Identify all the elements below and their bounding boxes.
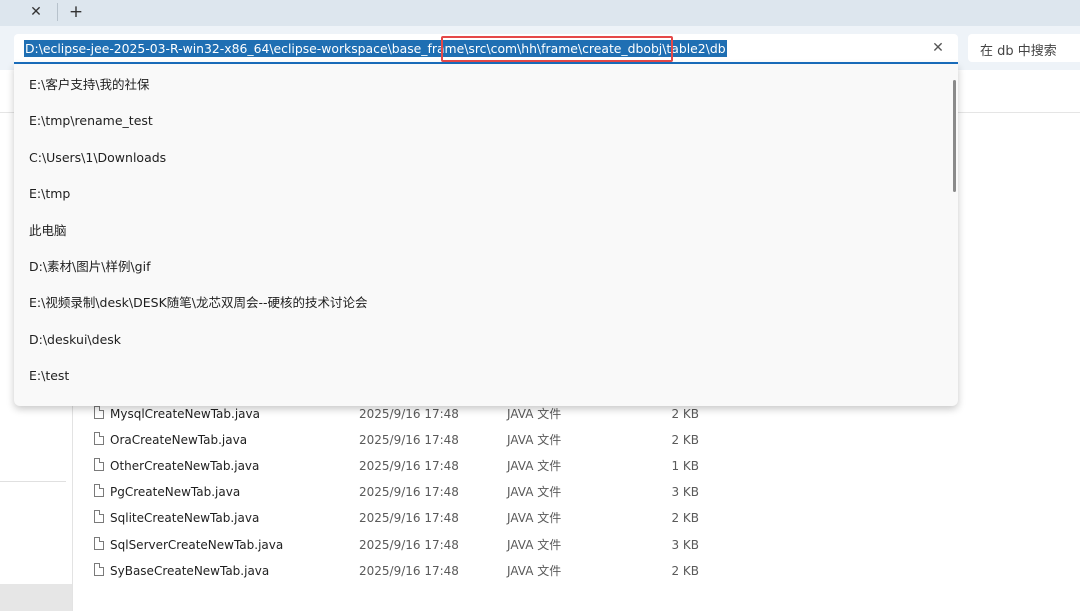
file-date: 2025/9/16 17:48	[359, 459, 459, 474]
java-file-icon	[94, 484, 104, 498]
java-file-icon	[94, 432, 104, 446]
file-type: JAVA 文件	[507, 563, 562, 578]
file-date: 2025/9/16 17:48	[359, 537, 459, 552]
address-history-dropdown: E:\客户支持\我的社保 E:\tmp\rename_test C:\Users\1…	[14, 64, 958, 406]
history-item[interactable]: E:\视频录制\desk\DESK随笔\龙芯双周会--硬核的技术讨论会	[29, 293, 368, 313]
file-size: 2 KB	[671, 433, 699, 448]
file-size: 3 KB	[671, 537, 699, 552]
file-date: 2025/9/16 17:48	[359, 485, 459, 500]
file-row[interactable]: OraCreateNewTab.java 2025/9/16 17:48 JAVA …	[92, 427, 812, 453]
search-input[interactable]: 在 db 中搜索	[980, 40, 1057, 59]
file-type: JAVA 文件	[507, 459, 562, 474]
java-file-icon	[94, 562, 104, 576]
dropdown-scrollbar[interactable]	[953, 80, 956, 192]
file-row[interactable]: PgCreateNewTab.java 2025/9/16 17:48 JAVA 文…	[92, 479, 812, 505]
clear-icon[interactable]: ✕	[930, 38, 946, 58]
file-name: SqliteCreateNewTab.java	[110, 511, 260, 526]
file-size: 2 KB	[671, 511, 699, 526]
history-item[interactable]: E:\tmp\rename_test	[29, 111, 153, 131]
file-size: 1 KB	[671, 459, 699, 474]
file-name: SqlServerCreateNewTab.java	[110, 537, 284, 552]
tab-strip: ✕ +	[0, 0, 1080, 26]
nav-item-selected[interactable]	[0, 584, 72, 611]
history-item[interactable]: 此电脑	[29, 221, 67, 241]
tab-divider	[57, 3, 58, 21]
java-file-icon	[94, 406, 104, 419]
file-name: PgCreateNewTab.java	[110, 485, 241, 500]
nav-divider	[0, 481, 66, 482]
history-item[interactable]: D:\素材\图片\样例\gif	[29, 257, 151, 277]
file-size: 2 KB	[671, 563, 699, 578]
java-file-icon	[94, 536, 104, 550]
file-row[interactable]: SqlServerCreateNewTab.java 2025/9/16 17:4…	[92, 532, 812, 558]
file-row[interactable]: SyBaseCreateNewTab.java 2025/9/16 17:48 JA…	[92, 558, 812, 584]
search-box[interactable]: 在 db 中搜索	[968, 34, 1080, 62]
java-file-icon	[94, 458, 104, 472]
file-name: SyBaseCreateNewTab.java	[110, 563, 270, 578]
java-file-icon	[94, 510, 104, 524]
file-date: 2025/9/16 17:48	[359, 511, 459, 526]
file-size: 3 KB	[671, 485, 699, 500]
close-tab-icon[interactable]: ✕	[22, 2, 50, 22]
history-item[interactable]: D:\deskui\desk	[29, 330, 121, 350]
file-row[interactable]: OtherCreateNewTab.java 2025/9/16 17:48 JAV…	[92, 453, 812, 479]
annotation-highlight-box	[441, 36, 673, 62]
new-tab-icon[interactable]: +	[64, 1, 88, 23]
file-name: OraCreateNewTab.java	[110, 433, 248, 448]
history-item[interactable]: E:\tmp	[29, 184, 70, 204]
file-date: 2025/9/16 17:48	[359, 433, 459, 448]
file-row[interactable]: SqliteCreateNewTab.java 2025/9/16 17:48 JA…	[92, 505, 812, 531]
file-type: JAVA 文件	[507, 511, 562, 526]
history-item[interactable]: E:\客户支持\我的社保	[29, 75, 150, 95]
file-type: JAVA 文件	[507, 485, 562, 500]
file-type: JAVA 文件	[507, 433, 562, 448]
file-date: 2025/9/16 17:48	[359, 563, 459, 578]
file-type: JAVA 文件	[507, 537, 562, 552]
history-item[interactable]: C:\Users\1\Downloads	[29, 148, 166, 168]
history-item[interactable]: E:\test	[29, 366, 69, 386]
file-name: OtherCreateNewTab.java	[110, 459, 260, 474]
